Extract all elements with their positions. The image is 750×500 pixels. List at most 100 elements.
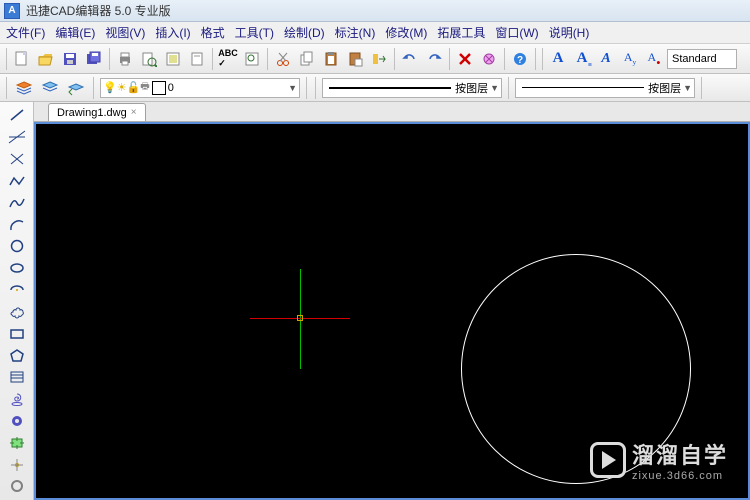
dropdown-arrow-icon: ▼ bbox=[490, 83, 499, 93]
undo-button[interactable] bbox=[399, 48, 421, 70]
donut-tool[interactable] bbox=[5, 412, 29, 431]
paste-button[interactable] bbox=[320, 48, 342, 70]
ellipse-arc-tool[interactable] bbox=[5, 281, 29, 300]
polygon-tool[interactable] bbox=[5, 346, 29, 365]
unlock-icon: 🔓 bbox=[127, 81, 141, 94]
xline-tool[interactable] bbox=[5, 128, 29, 147]
text-edit-button[interactable]: A● bbox=[643, 48, 665, 70]
hatch-tool[interactable] bbox=[5, 368, 29, 387]
separator bbox=[394, 48, 395, 70]
layer-previous-button[interactable] bbox=[65, 77, 87, 99]
tab-title: Drawing1.dwg bbox=[57, 107, 127, 119]
ellipse-tool[interactable] bbox=[5, 259, 29, 278]
toolbar-grip bbox=[6, 77, 7, 99]
drawing-canvas[interactable]: 溜溜自学 zixue.3d66.com bbox=[34, 122, 750, 500]
region-tool[interactable] bbox=[5, 477, 29, 496]
separator bbox=[267, 48, 268, 70]
close-tab-icon[interactable]: × bbox=[131, 107, 137, 118]
menu-draw[interactable]: 绘制(D) bbox=[284, 24, 325, 41]
point-tool[interactable] bbox=[5, 455, 29, 474]
line-tool[interactable] bbox=[5, 106, 29, 125]
cut-button[interactable] bbox=[272, 48, 294, 70]
menu-annotate[interactable]: 标注(N) bbox=[335, 24, 376, 41]
layer-name: 0 bbox=[168, 82, 174, 94]
svg-text:?: ? bbox=[517, 55, 523, 66]
linetype-dropdown[interactable]: 按图层 ▼ bbox=[322, 78, 502, 98]
toolbar-layers: 💡 ☀ 🔓 🖶 0 ▼ 按图层 ▼ 按图层 ▼ bbox=[0, 74, 750, 102]
toolbar-grip bbox=[542, 48, 543, 70]
separator bbox=[535, 48, 536, 70]
print-preview-button[interactable] bbox=[138, 48, 160, 70]
menu-format[interactable]: 格式 bbox=[201, 24, 225, 41]
paste-special-button[interactable] bbox=[344, 48, 366, 70]
menu-file[interactable]: 文件(F) bbox=[6, 24, 45, 41]
separator bbox=[306, 77, 307, 99]
linetype-label: 按图层 bbox=[455, 80, 488, 96]
menu-extend[interactable]: 拓展工具 bbox=[437, 24, 485, 41]
separator bbox=[508, 77, 509, 99]
menu-window[interactable]: 窗口(W) bbox=[495, 24, 538, 41]
workspace: Drawing1.dwg × 溜溜自学 zixue.3d66.com bbox=[0, 102, 750, 500]
lineweight-dropdown[interactable]: 按图层 ▼ bbox=[515, 78, 695, 98]
layer-states-button[interactable] bbox=[39, 77, 61, 99]
menu-insert[interactable]: 插入(I) bbox=[155, 24, 190, 41]
polyline-tool[interactable] bbox=[5, 171, 29, 190]
lineweight-preview bbox=[522, 87, 644, 88]
copy-button[interactable] bbox=[296, 48, 318, 70]
find-button[interactable] bbox=[241, 48, 263, 70]
new-file-button[interactable] bbox=[11, 48, 33, 70]
separator bbox=[109, 48, 110, 70]
text-multiline-button[interactable]: A≡ bbox=[571, 48, 593, 70]
toolbar-main: ABC✓ ? A A≡ A Ay A● bbox=[0, 44, 750, 74]
draw-toolbar bbox=[0, 102, 34, 500]
purge-button[interactable] bbox=[478, 48, 500, 70]
delete-button[interactable] bbox=[454, 48, 476, 70]
spiral-tool[interactable] bbox=[5, 390, 29, 409]
menu-view[interactable]: 视图(V) bbox=[105, 24, 145, 41]
menu-edit[interactable]: 编辑(E) bbox=[55, 24, 95, 41]
app-icon: A bbox=[4, 3, 20, 19]
separator bbox=[93, 77, 94, 99]
ray-tool[interactable] bbox=[5, 150, 29, 169]
plot-button[interactable] bbox=[162, 48, 184, 70]
menu-tools[interactable]: 工具(T) bbox=[235, 24, 274, 41]
linetype-preview bbox=[329, 87, 451, 89]
layer-manager-button[interactable] bbox=[13, 77, 35, 99]
page-setup-button[interactable] bbox=[186, 48, 208, 70]
circle-tool[interactable] bbox=[5, 237, 29, 256]
open-file-button[interactable] bbox=[35, 48, 57, 70]
canvas-area: Drawing1.dwg × 溜溜自学 zixue.3d66.com bbox=[34, 102, 750, 500]
print-enabled-icon: 🖶 bbox=[140, 79, 149, 96]
menu-help[interactable]: 说明(H) bbox=[549, 24, 590, 41]
revision-cloud-tool[interactable] bbox=[5, 302, 29, 321]
document-tab[interactable]: Drawing1.dwg × bbox=[48, 103, 146, 121]
menu-modify[interactable]: 修改(M) bbox=[385, 24, 427, 41]
toolbar-grip bbox=[315, 77, 316, 99]
menu-bar: 文件(F) 编辑(E) 视图(V) 插入(I) 格式 工具(T) 绘制(D) 标… bbox=[0, 22, 750, 44]
redo-button[interactable] bbox=[423, 48, 445, 70]
rectangle-tool[interactable] bbox=[5, 324, 29, 343]
lightbulb-on-icon: 💡 bbox=[103, 81, 117, 94]
match-properties-button[interactable] bbox=[368, 48, 390, 70]
title-bar: A 迅捷CAD编辑器 5.0 专业版 bbox=[0, 0, 750, 22]
watermark-url: zixue.3d66.com bbox=[632, 470, 728, 482]
lineweight-label: 按图层 bbox=[648, 80, 681, 96]
watermark: 溜溜自学 zixue.3d66.com bbox=[580, 432, 738, 488]
toolbar-grip bbox=[6, 48, 7, 70]
spellcheck-button[interactable]: ABC✓ bbox=[217, 48, 239, 70]
print-button[interactable] bbox=[114, 48, 136, 70]
help-button[interactable]: ? bbox=[509, 48, 531, 70]
app-title: 迅捷CAD编辑器 5.0 专业版 bbox=[26, 2, 171, 19]
text-style-a-button[interactable]: A bbox=[547, 48, 569, 70]
layer-dropdown[interactable]: 💡 ☀ 🔓 🖶 0 ▼ bbox=[100, 78, 300, 98]
save-all-button[interactable] bbox=[83, 48, 105, 70]
save-button[interactable] bbox=[59, 48, 81, 70]
spline-tool[interactable] bbox=[5, 193, 29, 212]
arc-tool[interactable] bbox=[5, 215, 29, 234]
text-style-button[interactable]: Ay bbox=[619, 48, 641, 70]
text-single-button[interactable]: A bbox=[595, 48, 617, 70]
text-style-dropdown[interactable] bbox=[667, 49, 737, 69]
dropdown-arrow-icon: ▼ bbox=[288, 83, 297, 93]
block-insert-tool[interactable] bbox=[5, 433, 29, 452]
document-tab-strip: Drawing1.dwg × bbox=[34, 102, 750, 122]
